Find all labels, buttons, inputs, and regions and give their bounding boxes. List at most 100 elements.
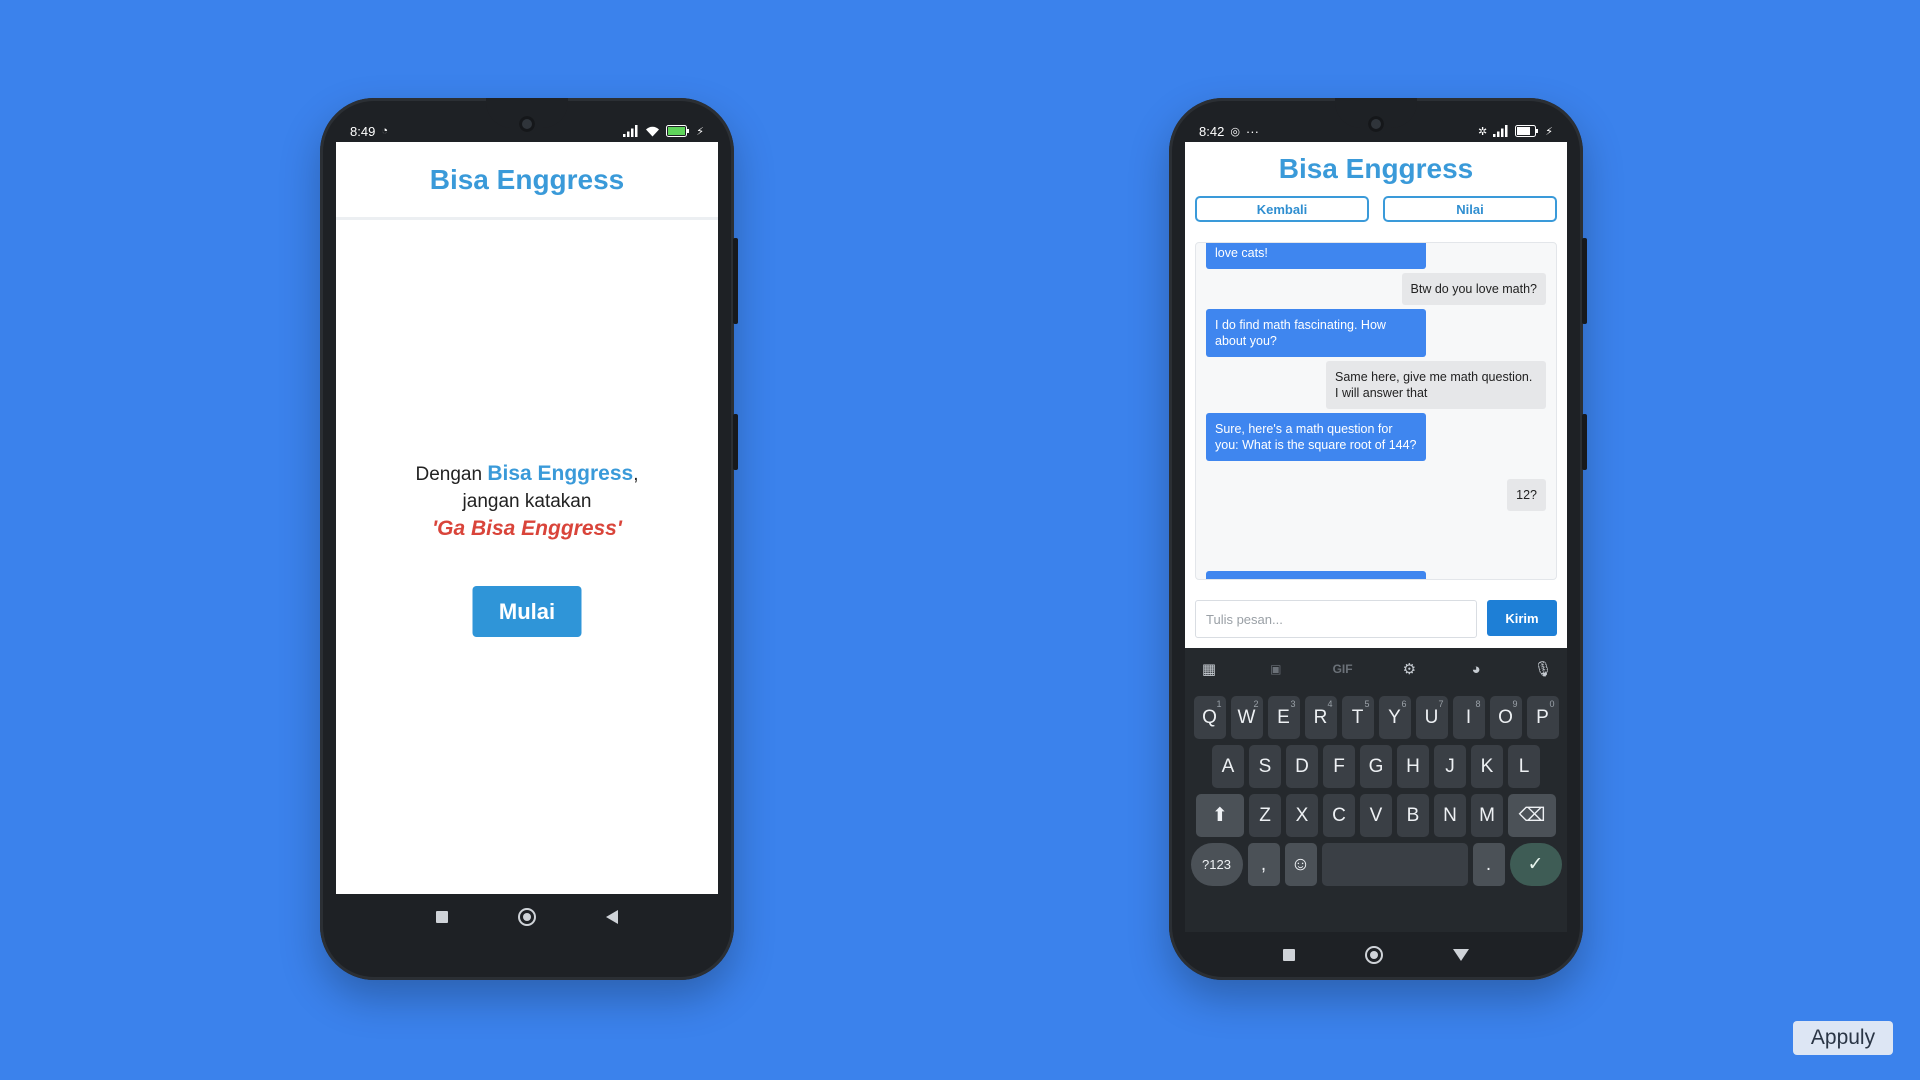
key[interactable]: R4 — [1304, 696, 1337, 739]
chat-log[interactable]: love cats! Btw do you love math? I do fi… — [1195, 242, 1557, 580]
chat-message: love cats! — [1206, 243, 1426, 269]
shift-icon: ⬆ — [1212, 805, 1228, 826]
app-title: Bisa Enggress — [429, 163, 625, 195]
soft-keyboard: ▦ ▣ GIF ⚙ ◕ 🎙 Q1 W2 E3 R4 T5 Y6 U7 I8 O9… — [1185, 648, 1567, 932]
wifi-icon — [646, 126, 660, 137]
key[interactable]: P0 — [1526, 696, 1559, 739]
key[interactable]: J — [1434, 745, 1466, 788]
score-button[interactable]: Nilai — [1383, 196, 1557, 222]
volume-button — [1582, 238, 1587, 324]
keyboard-row-1: Q1 W2 E3 R4 T5 Y6 U7 I8 O9 P0 — [1185, 696, 1567, 739]
signal-icon — [1493, 125, 1508, 137]
key[interactable]: F — [1323, 745, 1355, 788]
intro-prefix: Dengan — [415, 464, 488, 485]
recents-icon[interactable] — [1283, 949, 1295, 961]
home-icon[interactable] — [518, 908, 536, 926]
intro-brand: Bisa Enggress — [487, 462, 634, 485]
key[interactable]: Z — [1249, 794, 1281, 837]
power-button — [733, 414, 738, 470]
start-button[interactable]: Mulai — [472, 586, 582, 637]
charging-icon: ⚡ — [1545, 125, 1553, 138]
key[interactable]: X — [1286, 794, 1318, 837]
signal-icon — [623, 125, 638, 137]
android-nav-bar — [336, 894, 718, 940]
mute-icon: ✲ — [1478, 125, 1488, 138]
sticker-icon[interactable]: ▣ — [1266, 662, 1286, 676]
chat-message: Sure, here's a math question for you: Wh… — [1206, 413, 1426, 461]
check-icon: ✓ — [1527, 854, 1544, 875]
keyboard-row-2: A S D F G H J K L — [1185, 745, 1567, 788]
key[interactable]: L — [1508, 745, 1540, 788]
key[interactable]: N — [1434, 794, 1466, 837]
period-key[interactable]: . — [1472, 843, 1505, 886]
keyboard-row-4: ?123 , ☺ . ✓ — [1185, 843, 1567, 886]
space-key[interactable] — [1321, 843, 1468, 886]
chat-message: 12? — [1507, 479, 1546, 511]
hide-keyboard-icon[interactable] — [1453, 949, 1469, 961]
status-time: 8:49 — [350, 123, 376, 139]
intro-text: Dengan Bisa Enggress, jangan katakan 'Ga… — [336, 460, 718, 542]
key[interactable]: C — [1323, 794, 1355, 837]
power-button — [1582, 414, 1587, 470]
key[interactable]: I8 — [1452, 696, 1485, 739]
app-title: Bisa Enggress — [1278, 153, 1474, 184]
status-time: 8:42 — [1199, 123, 1225, 139]
key[interactable]: S — [1249, 745, 1281, 788]
gear-icon[interactable]: ⚙ — [1399, 660, 1419, 678]
chat-actions: Kembali Nilai — [1185, 196, 1567, 222]
stage: 8:49 ◔ ⚡ Bisa Enggress Dengan Bisa Enggr… — [0, 0, 1920, 1080]
key[interactable]: Q1 — [1193, 696, 1226, 739]
key[interactable]: O9 — [1489, 696, 1522, 739]
watermark: Appuly — [1793, 1021, 1893, 1055]
chat-message: Same here, give me math question. I will… — [1326, 361, 1546, 409]
key[interactable]: W2 — [1230, 696, 1263, 739]
key[interactable]: H — [1397, 745, 1429, 788]
gif-button[interactable]: GIF — [1333, 662, 1353, 676]
composer: Kirim — [1195, 600, 1557, 638]
intro-line-2: jangan katakan — [462, 491, 592, 512]
volume-button — [733, 238, 738, 324]
back-button[interactable]: Kembali — [1195, 196, 1369, 222]
front-camera — [1368, 116, 1384, 132]
phone-left: 8:49 ◔ ⚡ Bisa Enggress Dengan Bisa Enggr… — [320, 98, 738, 980]
home-icon[interactable] — [1365, 946, 1383, 964]
intro-line-3: 'Ga Bisa Enggress' — [432, 517, 622, 540]
intro-suffix: , — [633, 464, 639, 485]
key[interactable]: B — [1397, 794, 1429, 837]
key[interactable]: Y6 — [1378, 696, 1411, 739]
key[interactable]: A — [1212, 745, 1244, 788]
whatsapp-icon: ◎ — [1230, 125, 1240, 138]
key[interactable]: E3 — [1267, 696, 1300, 739]
android-nav-bar — [1185, 932, 1567, 978]
chat-message-partial — [1206, 571, 1426, 579]
emoji-key[interactable]: ☺ — [1284, 843, 1317, 886]
key[interactable]: V — [1360, 794, 1392, 837]
back-icon[interactable] — [606, 910, 618, 924]
key[interactable]: K — [1471, 745, 1503, 788]
mic-icon[interactable]: 🎙 — [1533, 660, 1553, 678]
status-extra: ··· — [1245, 123, 1259, 139]
charging-icon: ⚡ — [696, 125, 704, 138]
symbols-key[interactable]: ?123 — [1190, 843, 1243, 886]
comma-key[interactable]: , — [1247, 843, 1280, 886]
key[interactable]: G — [1360, 745, 1392, 788]
send-button[interactable]: Kirim — [1487, 600, 1557, 636]
shift-key[interactable]: ⬆ — [1196, 794, 1244, 837]
keyboard-toolbar: ▦ ▣ GIF ⚙ ◕ 🎙 — [1185, 648, 1567, 690]
intro-line-1: Dengan Bisa Enggress, — [336, 460, 718, 488]
apps-icon[interactable]: ▦ — [1199, 660, 1219, 678]
key[interactable]: U7 — [1415, 696, 1448, 739]
battery-icon — [666, 125, 690, 137]
front-camera — [519, 116, 535, 132]
message-input[interactable] — [1195, 600, 1477, 638]
chat-message: I do find math fascinating. How about yo… — [1206, 309, 1426, 357]
palette-icon[interactable]: ◕ — [1466, 661, 1486, 678]
recents-icon[interactable] — [436, 911, 448, 923]
enter-key[interactable]: ✓ — [1509, 843, 1562, 886]
key[interactable]: D — [1286, 745, 1318, 788]
backspace-key[interactable]: ⌫ — [1508, 794, 1556, 837]
key[interactable]: M — [1471, 794, 1503, 837]
app-header: Bisa Enggress — [1185, 142, 1567, 196]
key[interactable]: T5 — [1341, 696, 1374, 739]
phone-right: 8:42 ◎ ··· ✲ ⚡ Bisa Enggress Kembali Nil… — [1169, 98, 1587, 980]
